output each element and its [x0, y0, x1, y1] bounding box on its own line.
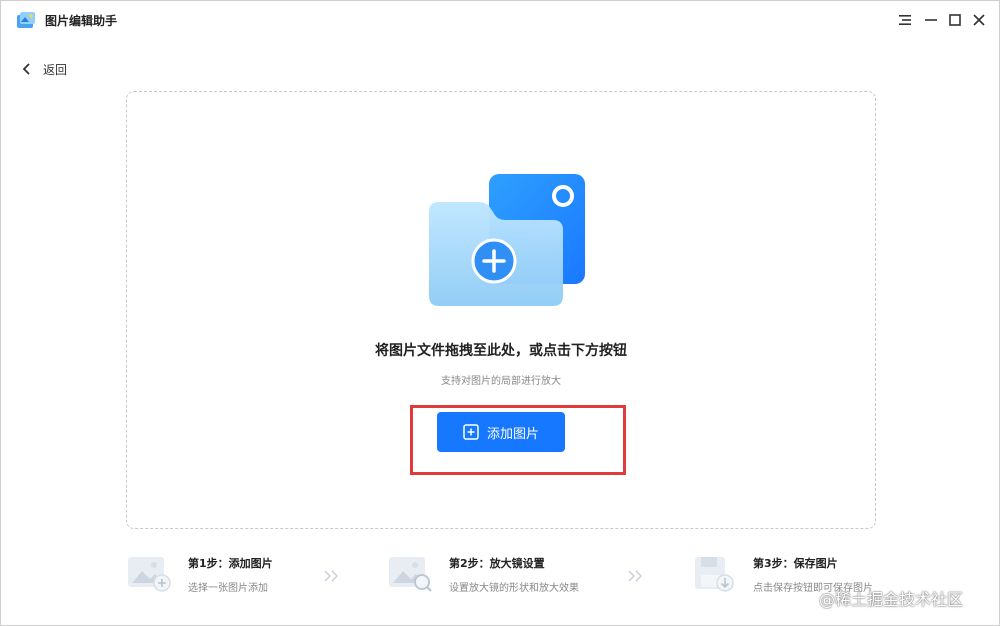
add-image-button[interactable]: 添加图片: [437, 412, 565, 452]
app-title: 图片编辑助手: [45, 14, 118, 28]
app-window: 图片编辑助手 返回 将图片文件拖拽至此处，或点击下方按钮 支持对图片的局部进行放…: [0, 0, 1000, 626]
title-bar: 图片编辑助手: [1, 1, 999, 39]
back-label: 返回: [43, 62, 68, 77]
step-2-desc: 设置放大镜的形状和放大效果: [449, 583, 579, 594]
folder-add-icon: [429, 174, 585, 306]
maximize-icon: [949, 14, 961, 26]
image-drop-zone[interactable]: 将图片文件拖拽至此处，或点击下方按钮 支持对图片的局部进行放大 添加图片: [126, 91, 876, 529]
menu-icon: [899, 15, 911, 25]
step-1-desc: 选择一张图片添加: [188, 583, 268, 594]
maximize-button[interactable]: [945, 10, 965, 30]
close-button[interactable]: [969, 10, 989, 30]
plus-square-icon: [463, 424, 479, 440]
step-2-title: 第2步：放大镜设置: [449, 557, 545, 570]
step-1-title: 第1步：添加图片: [188, 557, 273, 570]
drop-zone-subtitle: 支持对图片的局部进行放大: [441, 376, 561, 387]
menu-button[interactable]: [895, 10, 915, 30]
drop-zone-title: 将图片文件拖拽至此处，或点击下方按钮: [375, 343, 627, 359]
add-image-icon: [128, 557, 171, 592]
add-image-button-label: 添加图片: [486, 426, 539, 442]
back-button[interactable]: 返回: [19, 59, 67, 79]
save-image-icon: [695, 557, 734, 592]
step-3-title: 第3步：保存图片: [753, 557, 838, 570]
double-chevron-icon: [324, 570, 339, 582]
back-chevron-icon: [19, 61, 35, 77]
close-icon: [973, 14, 985, 26]
minimize-icon: [925, 19, 937, 21]
double-chevron-icon: [628, 570, 643, 582]
minimize-button[interactable]: [921, 10, 941, 30]
app-logo-icon: [17, 12, 35, 28]
magnifier-image-icon: [389, 557, 432, 592]
watermark: @稀土掘金技术社区: [819, 590, 964, 609]
